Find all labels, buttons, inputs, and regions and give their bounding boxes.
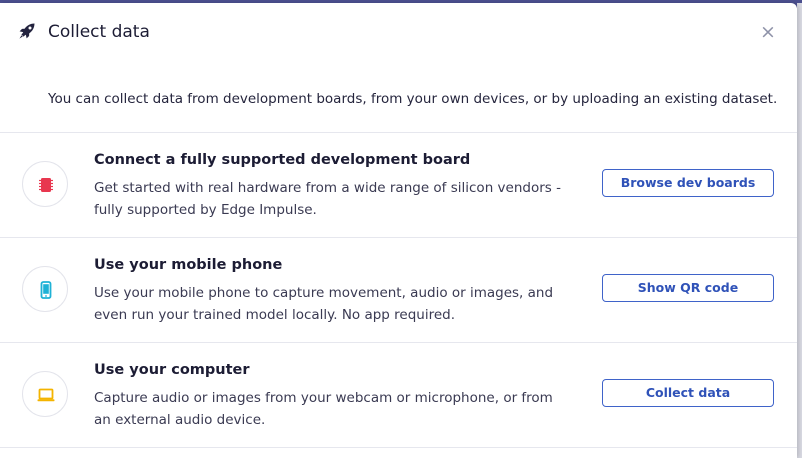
dialog-header: Collect data × — [0, 3, 797, 61]
option-title: Connect a fully supported development bo… — [94, 152, 471, 168]
option-mobile-phone: Use your mobile phone Use your mobile ph… — [0, 238, 797, 342]
mobile-phone-icon — [40, 281, 52, 299]
option-computer: Use your computer Capture audio or image… — [0, 343, 797, 447]
browse-dev-boards-button[interactable]: Browse dev boards — [602, 169, 774, 197]
collect-data-button[interactable]: Collect data — [602, 379, 774, 407]
option-icon-circle — [22, 266, 68, 312]
show-qr-code-button[interactable]: Show QR code — [602, 274, 774, 302]
microchip-icon — [39, 178, 53, 192]
option-icon-circle — [22, 371, 68, 417]
rocket-icon — [19, 23, 35, 39]
option-description: Capture audio or images from your webcam… — [94, 390, 553, 428]
option-dev-board: Connect a fully supported development bo… — [0, 133, 797, 237]
laptop-icon — [37, 388, 55, 402]
background-scrollbar — [797, 3, 802, 458]
option-title: Use your computer — [94, 362, 250, 378]
collect-data-dialog: Collect data × You can collect data from… — [0, 3, 797, 458]
option-description: Use your mobile phone to capture movemen… — [94, 285, 554, 323]
option-icon-circle — [22, 161, 68, 207]
option-title: Use your mobile phone — [94, 257, 283, 273]
intro-text: You can collect data from development bo… — [48, 91, 778, 107]
dialog-title: Collect data — [48, 22, 150, 42]
close-icon[interactable]: × — [758, 21, 778, 43]
option-description: Get started with real hardware from a wi… — [94, 180, 561, 218]
divider — [0, 447, 797, 448]
